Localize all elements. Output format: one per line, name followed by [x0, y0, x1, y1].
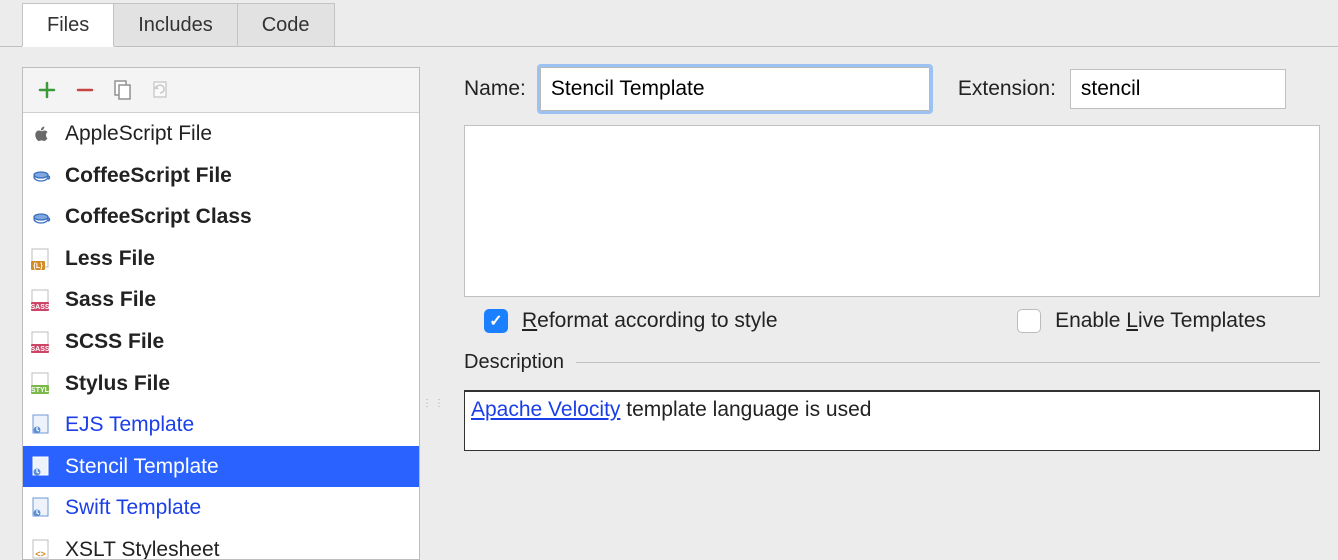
list-item[interactable]: AppleScript File	[23, 113, 419, 155]
list-item-label: CoffeeScript File	[65, 159, 232, 193]
name-row: Name: Extension:	[464, 67, 1320, 111]
description-header: Description	[464, 351, 1320, 374]
description-text: template language is used	[620, 398, 871, 421]
copy-icon	[112, 79, 134, 101]
list-item-label: Swift Template	[65, 491, 201, 525]
svg-text:SASS: SASS	[30, 304, 49, 311]
template-list-panel: AppleScript File CoffeeScript File CoffeeS…	[22, 67, 420, 560]
list-item[interactable]: STYL Stylus File	[23, 363, 419, 405]
name-input[interactable]	[540, 67, 930, 111]
svg-text:SASS: SASS	[30, 346, 49, 353]
apache-velocity-link[interactable]: Apache Velocity	[471, 398, 620, 421]
split-grip[interactable]: ⋮⋮	[420, 398, 434, 409]
divider-line	[576, 362, 1320, 363]
template-list[interactable]: AppleScript File CoffeeScript File CoffeeS…	[23, 113, 419, 559]
extension-label: Extension:	[958, 77, 1056, 101]
xslt-icon: <>	[29, 537, 55, 559]
reformat-label: Reformat according to style	[522, 309, 778, 333]
list-item[interactable]: EJS Template	[23, 404, 419, 446]
plus-icon	[38, 81, 56, 99]
list-toolbar	[23, 68, 419, 113]
remove-button[interactable]	[73, 78, 97, 102]
minus-icon	[76, 81, 94, 99]
live-templates-label: Enable Live Templates	[1055, 309, 1266, 333]
list-item[interactable]: <> XSLT Stylesheet	[23, 529, 419, 559]
tab-files[interactable]: Files	[22, 3, 114, 47]
list-item[interactable]: SASS SCSS File	[23, 321, 419, 363]
tab-bar: Files Includes Code	[0, 0, 1338, 47]
styl-icon: STYL	[29, 370, 55, 396]
content-area: AppleScript File CoffeeScript File CoffeeS…	[0, 47, 1338, 560]
svg-text:<>: <>	[35, 549, 46, 559]
list-item[interactable]: SASS Sass File	[23, 279, 419, 321]
list-item[interactable]: Stencil Template	[23, 446, 419, 488]
revert-icon	[150, 79, 172, 101]
description-box: Apache Velocity template language is use…	[464, 390, 1320, 451]
revert-button[interactable]	[149, 78, 173, 102]
sass-icon: SASS	[29, 329, 55, 355]
tab-code[interactable]: Code	[237, 3, 335, 46]
live-templates-checkbox[interactable]	[1017, 309, 1041, 333]
list-item[interactable]: {L} Less File	[23, 238, 419, 280]
svg-text:{L}: {L}	[33, 263, 43, 270]
list-item-label: Sass File	[65, 283, 156, 317]
options-row: Reformat according to style Enable Live …	[464, 297, 1320, 351]
less-icon: {L}	[29, 246, 55, 272]
tmpl-icon	[29, 412, 55, 438]
add-button[interactable]	[35, 78, 59, 102]
list-item-label: CoffeeScript Class	[65, 200, 252, 234]
list-item-label: AppleScript File	[65, 117, 212, 151]
tmpl-icon	[29, 454, 55, 480]
tab-includes[interactable]: Includes	[113, 3, 238, 46]
list-item-label: Stylus File	[65, 367, 170, 401]
list-item-label: Less File	[65, 242, 155, 276]
list-item[interactable]: CoffeeScript Class	[23, 196, 419, 238]
list-item-label: XSLT Stylesheet	[65, 533, 219, 559]
list-item-label: EJS Template	[65, 408, 194, 442]
template-content-textarea[interactable]	[464, 125, 1320, 297]
svg-text:STYL: STYL	[31, 387, 50, 394]
copy-button[interactable]	[111, 78, 135, 102]
extension-input[interactable]	[1070, 69, 1286, 109]
list-item[interactable]: CoffeeScript File	[23, 155, 419, 197]
list-item-label: Stencil Template	[65, 450, 219, 484]
reformat-checkbox[interactable]	[484, 309, 508, 333]
editor-panel: Name: Extension: Reformat according to s…	[434, 67, 1320, 560]
sass-icon: SASS	[29, 287, 55, 313]
coffee-icon	[29, 204, 55, 230]
list-item-label: SCSS File	[65, 325, 164, 359]
name-label: Name:	[464, 77, 526, 101]
coffee-icon	[29, 162, 55, 188]
description-label: Description	[464, 351, 564, 374]
list-item[interactable]: Swift Template	[23, 487, 419, 529]
apple-icon	[29, 121, 55, 147]
tmpl-icon	[29, 495, 55, 521]
